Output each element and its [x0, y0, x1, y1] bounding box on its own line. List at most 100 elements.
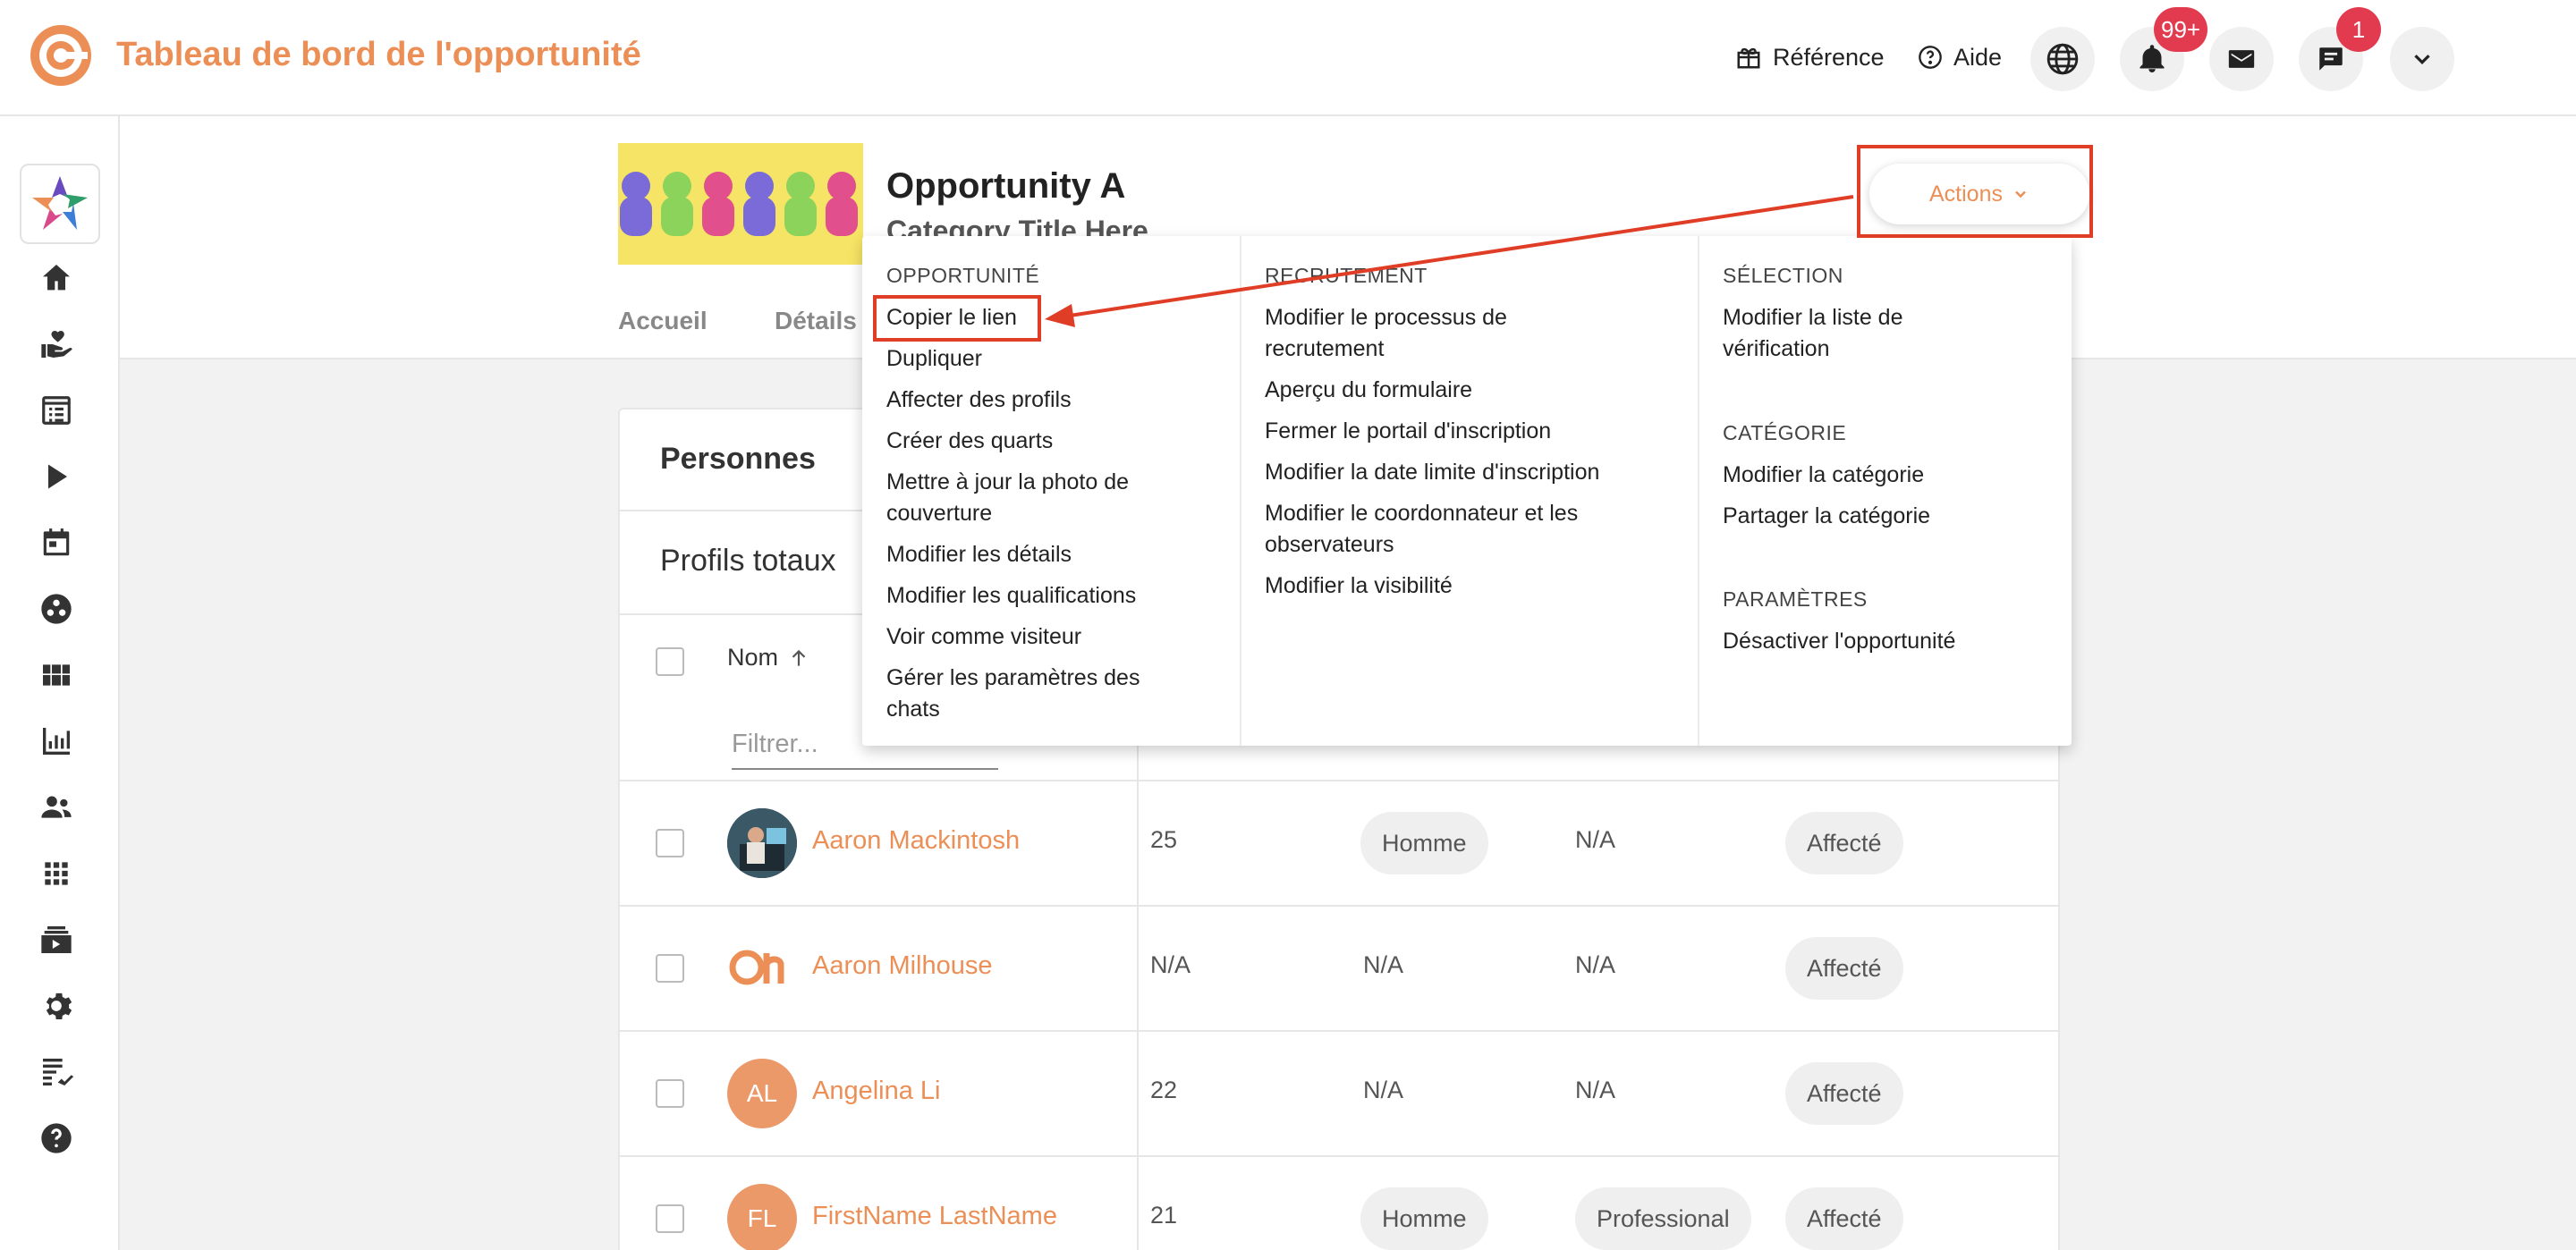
home-icon [38, 260, 74, 296]
sidebar-play[interactable] [36, 456, 77, 497]
people-icon [38, 790, 74, 825]
avatar-initials: FL [727, 1184, 797, 1250]
sidebar-groups[interactable] [36, 588, 77, 629]
sidebar [0, 116, 120, 1250]
menu-item-edit-details[interactable]: Modifier les détails [886, 539, 1280, 570]
menu-item-edit-deadline[interactable]: Modifier la date limite d'inscription [1265, 457, 1658, 488]
annotation-highlight-copy-link [873, 295, 1041, 342]
table-row[interactable]: Aaron Milhouse N/A N/A N/A Affecté [620, 907, 2058, 1030]
reference-label: Référence [1773, 43, 1885, 71]
reference-link[interactable]: Référence [1735, 39, 1885, 75]
top-bar: Tableau de bord de l'opportunité Référen… [0, 0, 2576, 116]
menu-item-view-as-visitor[interactable]: Voir comme visiteur [886, 621, 1280, 653]
sidebar-apps[interactable] [36, 853, 77, 894]
menu-item-duplicate[interactable]: Dupliquer [886, 343, 1280, 375]
menu-heading-recrutement: RECRUTEMENT [1265, 264, 1428, 287]
avatar-initials: AL [727, 1059, 797, 1128]
person-name-link[interactable]: Aaron Milhouse [812, 951, 993, 981]
menu-item-edit-recruitment-process[interactable]: Modifier le processus de recrutement [1265, 302, 1569, 365]
menu-item-update-cover[interactable]: Mettre à jour la photo de couverture [886, 467, 1191, 529]
menu-item-close-registration[interactable]: Fermer le portail d'inscription [1265, 416, 1658, 447]
row-checkbox[interactable] [656, 1204, 684, 1233]
menu-item-deactivate[interactable]: Désactiver l'opportunité [1723, 626, 2116, 657]
row-checkbox[interactable] [656, 954, 684, 983]
menu-item-edit-category[interactable]: Modifier la catégorie [1723, 460, 2116, 491]
menu-item-edit-qualifications[interactable]: Modifier les qualifications [886, 580, 1280, 612]
menu-item-assign-profiles[interactable]: Affecter des profils [886, 384, 1280, 416]
messages-button[interactable] [2209, 27, 2274, 91]
account-menu-button[interactable] [2390, 27, 2454, 91]
gender-chip: Homme [1360, 1187, 1488, 1250]
app-logo[interactable] [27, 21, 95, 89]
sidebar-tasks[interactable] [36, 1052, 77, 1093]
help-link[interactable]: Aide [1918, 39, 2002, 75]
sidebar-subscriptions[interactable] [36, 919, 77, 960]
menu-item-share-category[interactable]: Partager la catégorie [1723, 501, 2116, 532]
row-checkbox[interactable] [656, 829, 684, 857]
globe-icon [2046, 42, 2080, 76]
age-cell: 25 [1150, 826, 1178, 853]
sidebar-board[interactable] [36, 655, 77, 696]
column-header-name[interactable]: Nom [727, 644, 810, 671]
row-checkbox[interactable] [656, 1079, 684, 1108]
menu-item-form-preview[interactable]: Aperçu du formulaire [1265, 375, 1658, 406]
table-row[interactable]: AL Angelina Li 22 N/A N/A Affecté [620, 1032, 2058, 1155]
age-cell: 22 [1150, 1077, 1178, 1103]
menu-item-edit-checklist[interactable]: Modifier la liste de vérification [1723, 302, 1991, 365]
subscriptions-icon [38, 922, 74, 958]
calendar-icon [39, 526, 73, 560]
tab-details[interactable]: Détails [775, 307, 857, 335]
cover-photo [618, 143, 863, 265]
bar-chart-icon [38, 723, 74, 759]
person-name-link[interactable]: Aaron Mackintosh [812, 826, 1020, 856]
sidebar-settings[interactable] [36, 985, 77, 1026]
status-chip: Affecté [1785, 1062, 1903, 1125]
tab-accueil[interactable]: Accueil [618, 307, 708, 335]
menu-heading-opportunite: OPPORTUNITÉ [886, 264, 1040, 287]
group-circle-icon [38, 591, 74, 627]
opportunity-title: Opportunity A [886, 166, 1126, 206]
type-cell: N/A [1575, 1077, 1616, 1103]
age-cell: 21 [1150, 1202, 1178, 1229]
sidebar-calendar[interactable] [36, 522, 77, 563]
table-row[interactable]: FL FirstName LastName 21 Homme Professio… [620, 1157, 2058, 1250]
select-all-checkbox[interactable] [656, 647, 684, 676]
help-label: Aide [1953, 43, 2003, 71]
age-cell: N/A [1150, 951, 1191, 978]
status-chip: Affecté [1785, 1187, 1903, 1250]
chat-badge: 1 [2336, 7, 2381, 52]
person-name-link[interactable]: Angelina Li [812, 1077, 941, 1106]
sidebar-volunteer[interactable] [36, 324, 77, 365]
checklist-icon [38, 1054, 74, 1090]
type-cell: N/A [1575, 951, 1616, 978]
menu-item-edit-visibility[interactable]: Modifier la visibilité [1265, 570, 1658, 602]
avatar [727, 808, 797, 878]
sidebar-home[interactable] [36, 258, 77, 299]
gender-cell: N/A [1363, 1077, 1404, 1103]
sidebar-reports[interactable] [36, 721, 77, 762]
table-row[interactable]: Aaron Mackintosh 25 Homme N/A Affecté [620, 781, 2058, 905]
annotation-highlight-actions [1857, 145, 2093, 238]
sidebar-help[interactable] [36, 1118, 77, 1159]
view-module-icon [38, 657, 74, 693]
person-name-link[interactable]: FirstName LastName [812, 1202, 1057, 1231]
gender-chip: Homme [1360, 812, 1488, 874]
sidebar-people[interactable] [36, 787, 77, 828]
menu-item-edit-coordinator[interactable]: Modifier le coordonnateur et les observa… [1265, 498, 1640, 561]
type-cell: N/A [1575, 826, 1616, 853]
menu-heading-parametres: PARAMÈTRES [1723, 587, 1868, 611]
menu-item-chat-settings[interactable]: Gérer les paramètres des chats [886, 663, 1191, 725]
sidebar-forms[interactable] [36, 390, 77, 431]
actions-menu: OPPORTUNITÉ Copier le lien Dupliquer Aff… [862, 236, 2072, 746]
column-name-label: Nom [727, 644, 779, 671]
apps-grid-icon [39, 857, 73, 891]
language-button[interactable] [2030, 27, 2095, 91]
gear-icon [38, 988, 74, 1024]
menu-item-create-shifts[interactable]: Créer des quarts [886, 426, 1280, 457]
organization-logo[interactable] [20, 164, 100, 244]
arrow-up-icon [787, 646, 810, 670]
chevron-down-icon [2409, 46, 2436, 72]
menu-heading-categorie: CATÉGORIE [1723, 421, 1847, 444]
menu-column-divider [1698, 236, 1699, 746]
mail-icon [2226, 44, 2257, 74]
